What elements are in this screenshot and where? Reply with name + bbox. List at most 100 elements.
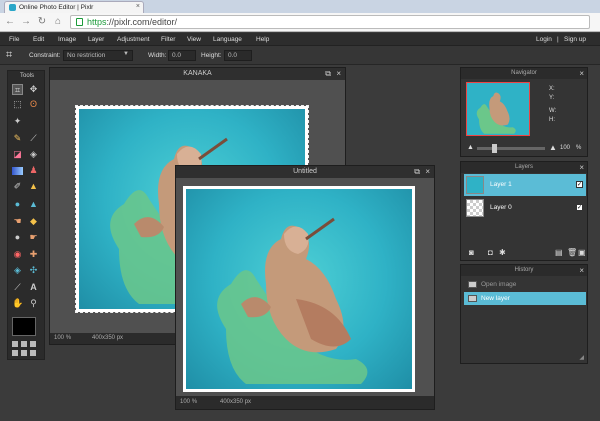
trash-icon[interactable]: 🗑 [567, 248, 577, 257]
menu-language[interactable]: Language [213, 36, 242, 43]
grid-icon[interactable] [30, 341, 36, 347]
forward-arrow-icon[interactable]: → [20, 16, 32, 28]
close-icon[interactable]: × [336, 69, 341, 78]
tab-close-icon[interactable]: × [136, 3, 140, 10]
navigator-preview[interactable] [466, 82, 530, 136]
canvas-area[interactable] [176, 178, 434, 396]
grid-icon[interactable] [12, 350, 18, 356]
zoom-status[interactable]: 100 % [54, 335, 71, 345]
color-picker-tool-icon[interactable]: ⟋ [12, 282, 23, 293]
toolbox-panel: Tools ⌗ ✥ ⬚ ʘ ✦ ✎ ⟋ ◪ ◈ ♟ ✐ ▲ ● ▲ ☚ ◆ ● … [7, 70, 45, 360]
clone-stamp-tool-icon[interactable]: ♟ [28, 165, 39, 176]
foreground-color-swatch[interactable] [12, 317, 36, 336]
menu-edit[interactable]: Edit [33, 36, 44, 43]
layer-name: Layer 0 [490, 204, 512, 211]
zoom-tool-icon[interactable]: ⚲ [28, 298, 39, 309]
back-arrow-icon[interactable]: ← [4, 16, 16, 28]
type-tool-icon[interactable]: A [28, 282, 39, 293]
sponge-tool-icon[interactable]: ◆ [28, 216, 39, 227]
pinch-tool-icon[interactable]: ✣ [28, 265, 39, 276]
new-layer-icon[interactable]: ▤ [555, 248, 563, 257]
constraint-value: No restriction [67, 52, 106, 59]
move-tool-icon[interactable]: ✥ [28, 84, 39, 95]
layer-thumbnail [466, 176, 484, 194]
zoom-status[interactable]: 100 % [180, 399, 197, 409]
zoom-value: 100 [180, 399, 191, 405]
menu-adjustment[interactable]: Adjustment [117, 36, 150, 43]
pencil-tool-icon[interactable]: ✎ [12, 133, 23, 144]
layer-styles-icon[interactable]: ✱ [499, 248, 506, 257]
zoom-value: 100 [54, 335, 65, 341]
image-window-untitled[interactable]: Untitled ⧉ × 100 % 400x350 px [175, 165, 435, 410]
window-title: Untitled [176, 166, 434, 178]
grid-icon[interactable] [21, 341, 27, 347]
color-replace-tool-icon[interactable]: ✐ [12, 181, 23, 192]
grid-icon[interactable] [21, 350, 27, 356]
marquee-tool-icon[interactable]: ⬚ [12, 99, 23, 110]
layer-row[interactable]: Layer 0 ✓ [464, 197, 586, 219]
canvas-image [183, 186, 415, 392]
layer-mask-icon[interactable]: ◘ [488, 248, 493, 257]
drawing-tool-icon[interactable]: ▲ [28, 181, 39, 192]
constraint-select[interactable]: No restriction ▼ [63, 50, 133, 61]
width-label: Width: [148, 52, 167, 59]
gradient-tool-icon[interactable] [12, 167, 23, 175]
dodge-tool-icon[interactable]: ● [12, 232, 23, 243]
grid-icon[interactable] [12, 341, 18, 347]
smudge-tool-icon[interactable]: ☚ [12, 216, 23, 227]
zoom-in-icon[interactable]: ▲ [549, 143, 557, 152]
history-item-label: Open image [481, 281, 517, 288]
layer-visibility-checkbox[interactable]: ✓ [576, 204, 583, 211]
lasso-tool-icon[interactable]: ʘ [28, 99, 39, 110]
layer-row[interactable]: Layer 1 ✓ [464, 174, 586, 196]
home-icon[interactable]: ⌂ [52, 16, 64, 28]
close-icon[interactable]: × [425, 167, 430, 176]
paint-bucket-tool-icon[interactable]: ◈ [28, 149, 39, 160]
reload-icon[interactable]: ↻ [36, 16, 48, 28]
width-field[interactable]: 0.0 [168, 50, 196, 61]
layer-settings-icon[interactable]: ◙ [469, 248, 474, 257]
nav-zoom-value[interactable]: 100 [560, 145, 570, 151]
menu-file[interactable]: File [9, 36, 19, 43]
spot-heal-tool-icon[interactable]: ✚ [28, 249, 39, 260]
layer-thumbnail [466, 199, 484, 217]
burn-tool-icon[interactable]: ☛ [28, 232, 39, 243]
eraser-tool-icon[interactable]: ◪ [12, 149, 23, 160]
zoom-slider[interactable] [477, 144, 545, 153]
layer-visibility-checkbox[interactable]: ✓ [576, 181, 583, 188]
menu-help[interactable]: Help [256, 36, 269, 43]
grid-icon[interactable] [30, 350, 36, 356]
bloat-tool-icon[interactable]: ◈ [12, 265, 23, 276]
menu-view[interactable]: View [187, 36, 201, 43]
hand-tool-icon[interactable]: ✋ [12, 298, 23, 309]
history-image-icon [468, 281, 477, 288]
address-bar[interactable]: https://pixlr.com/editor/ [70, 15, 590, 29]
maximize-icon[interactable]: ⧉ [325, 69, 331, 79]
browser-tab[interactable]: Online Photo Editor | Pixlr × [4, 1, 144, 13]
login-link[interactable]: Login [536, 36, 552, 43]
history-item[interactable]: New layer [464, 292, 586, 305]
height-field[interactable]: 0.0 [224, 50, 252, 61]
url-path: ://pixlr.com/editor/ [106, 17, 178, 27]
close-icon[interactable]: × [579, 69, 584, 78]
maximize-icon[interactable]: ⧉ [414, 167, 420, 177]
sharpen-tool-icon[interactable]: ▲ [28, 199, 39, 210]
zoom-slider-handle[interactable] [492, 144, 497, 153]
duplicate-layer-icon[interactable]: ▣ [578, 248, 586, 257]
zoom-out-icon[interactable]: ▲ [467, 144, 474, 151]
nav-y-label: Y: [549, 95, 555, 101]
close-icon[interactable]: × [579, 266, 584, 275]
history-item[interactable]: Open image [464, 278, 586, 291]
crop-tool-icon[interactable]: ⌗ [12, 84, 23, 95]
blur-tool-icon[interactable]: ● [12, 199, 23, 210]
brush-tool-icon[interactable]: ⟋ [28, 133, 39, 144]
resize-grip-icon[interactable]: ◢ [579, 354, 584, 361]
menu-layer[interactable]: Layer [88, 36, 104, 43]
menu-filter[interactable]: Filter [161, 36, 175, 43]
history-panel: History × Open image New layer ◢ [460, 264, 588, 364]
magic-wand-tool-icon[interactable]: ✦ [12, 116, 23, 127]
red-eye-tool-icon[interactable]: ◉ [12, 249, 23, 260]
signup-link[interactable]: Sign up [564, 36, 586, 43]
menu-image[interactable]: Image [58, 36, 76, 43]
close-icon[interactable]: × [579, 163, 584, 172]
